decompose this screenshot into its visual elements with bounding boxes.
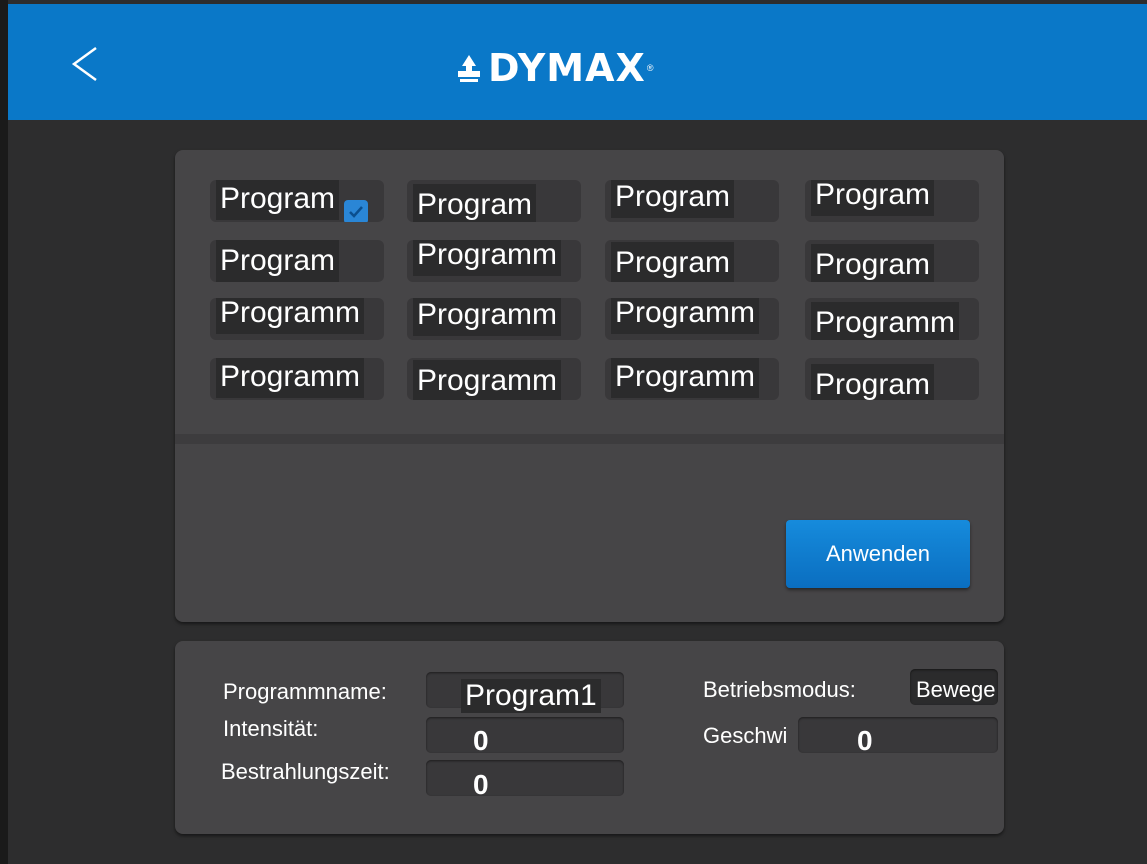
brand-name: DYMAX bbox=[488, 46, 646, 90]
program-button[interactable]: Programm bbox=[210, 298, 384, 340]
speed-value: 0 bbox=[857, 725, 873, 756]
program-name-value: Program1 bbox=[461, 679, 601, 713]
program-button-label: Programm bbox=[216, 358, 365, 398]
apply-button[interactable]: Anwenden bbox=[786, 520, 970, 588]
intensity-value: 0 bbox=[473, 725, 489, 756]
program-button-label: Program bbox=[811, 364, 935, 400]
program-button[interactable]: Program bbox=[210, 180, 384, 222]
program-button[interactable]: Program bbox=[805, 180, 979, 222]
program-button-label: Programm bbox=[611, 298, 760, 334]
program-button-label: Program bbox=[216, 240, 340, 282]
program-selection-panel: Program Program Program Program Program Progr… bbox=[175, 150, 1004, 622]
program-button[interactable]: Programm bbox=[407, 240, 581, 282]
program-button[interactable]: Programm bbox=[605, 298, 779, 340]
exposure-time-label: Bestrahlungszeit: bbox=[221, 759, 390, 784]
exposure-time-field[interactable] bbox=[426, 760, 624, 796]
program-button-label: Program bbox=[611, 242, 735, 282]
program-button-label: Programm bbox=[811, 302, 960, 340]
program-button[interactable]: Program bbox=[805, 240, 979, 282]
program-button-label: Program bbox=[811, 244, 935, 282]
program-button[interactable]: Program bbox=[605, 180, 779, 222]
intensity-label: Intensität: bbox=[223, 716, 319, 741]
app-header: DYMAX ® bbox=[8, 4, 1147, 120]
speed-label: Geschwi bbox=[703, 723, 788, 748]
dymax-mark-icon bbox=[458, 55, 480, 82]
registered-mark: ® bbox=[646, 63, 654, 73]
operating-mode-value: Bewege bbox=[916, 677, 996, 702]
program-button[interactable]: Program bbox=[407, 180, 581, 222]
program-button[interactable]: Programm bbox=[605, 358, 779, 400]
panel-divider bbox=[175, 434, 1004, 444]
program-button[interactable]: Program bbox=[805, 358, 979, 400]
program-button-label: Programm bbox=[413, 360, 562, 400]
program-name-label: Programmname: bbox=[223, 679, 387, 704]
program-button-label: Program bbox=[216, 180, 340, 220]
program-button-label: Programm bbox=[413, 240, 562, 276]
program-button-label: Program bbox=[611, 180, 735, 218]
exposure-time-value: 0 bbox=[473, 769, 489, 800]
dymax-logo: DYMAX ® bbox=[456, 48, 653, 88]
program-button[interactable]: Programm bbox=[805, 298, 979, 340]
intensity-field[interactable] bbox=[426, 717, 624, 753]
program-button-label: Program bbox=[811, 180, 935, 216]
checkmark-icon[interactable] bbox=[344, 200, 368, 222]
program-details-panel: Programmname: Program1 Intensität: 0 Bes… bbox=[175, 641, 1004, 834]
program-button-label: Programm bbox=[216, 298, 365, 334]
program-button-label: Programm bbox=[611, 358, 760, 398]
program-button[interactable]: Programm bbox=[407, 358, 581, 400]
program-button[interactable]: Programm bbox=[407, 298, 581, 340]
speed-field[interactable] bbox=[798, 717, 998, 753]
program-button[interactable]: Programm bbox=[210, 358, 384, 400]
program-button-label: Programm bbox=[413, 298, 562, 336]
program-button-label: Program bbox=[413, 184, 537, 222]
back-arrow-icon[interactable] bbox=[66, 44, 106, 84]
program-button[interactable]: Program bbox=[605, 240, 779, 282]
program-button[interactable]: Program bbox=[210, 240, 384, 282]
window-edge bbox=[0, 0, 8, 864]
operating-mode-label: Betriebsmodus: bbox=[703, 677, 856, 702]
